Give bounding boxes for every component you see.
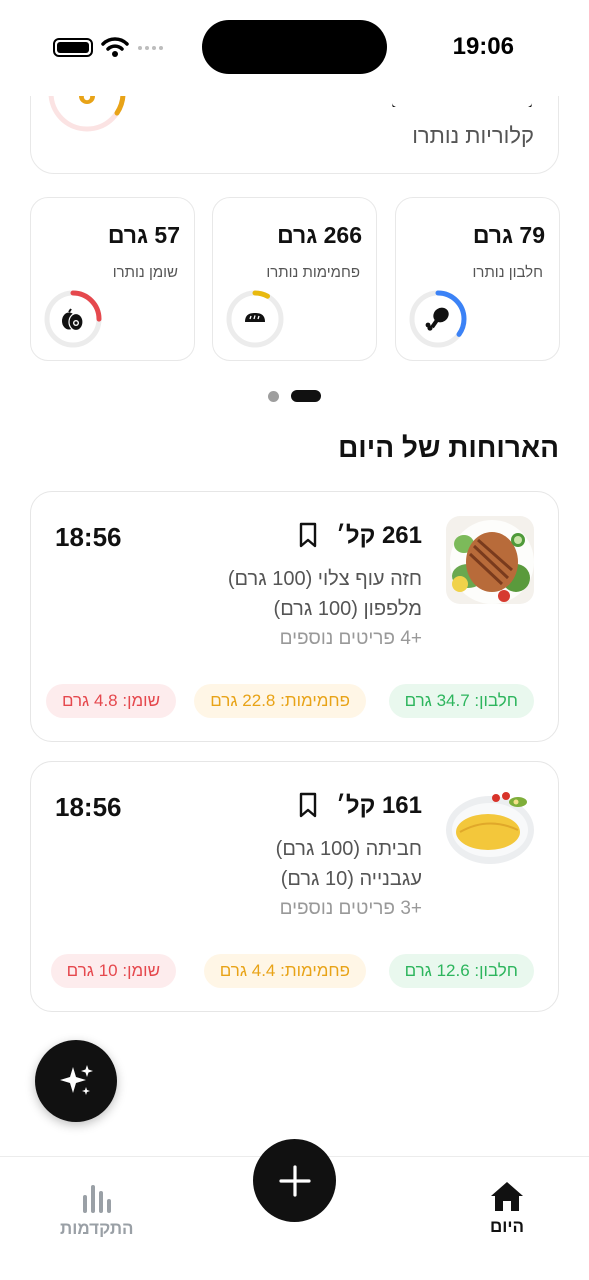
plus-icon (278, 1164, 311, 1197)
drumstick-icon (425, 307, 449, 331)
bar-chart-icon (82, 1185, 111, 1213)
meal-time: 18:56 (55, 522, 122, 552)
ai-assistant-button[interactable] (35, 1040, 117, 1122)
protein-remaining-label: חלבון נותרו (472, 264, 543, 281)
carbs-remaining-value: 266 גרם (277, 222, 362, 248)
protein-ring (409, 290, 467, 348)
fat-remaining-value: 57 גרם (107, 222, 180, 248)
fat-badge: שומן: 4.8 גרם (45, 684, 176, 718)
meal-item: חזה עוף צלוי (100 גרם) (227, 568, 422, 590)
battery-icon (53, 38, 93, 57)
meal-card[interactable]: 161 קל׳ 18:56 חביתה (100 גרם) עגבנייה (1… (30, 761, 559, 1012)
pager-dot-1[interactable] (268, 390, 279, 402)
nav-today-label: היום (490, 1217, 524, 1236)
add-meal-button[interactable] (253, 1139, 336, 1222)
meal-calories: 261 קל׳ (336, 522, 422, 549)
wifi-icon (101, 37, 129, 57)
meal-item: חביתה (100 גרם) (275, 838, 422, 860)
avocado-icon (62, 308, 84, 332)
home-icon (491, 1182, 523, 1211)
bookmark-icon[interactable] (298, 522, 318, 548)
pager-dots[interactable] (268, 390, 321, 402)
status-bar: 19:06 (0, 0, 589, 96)
meal-photo-omelette (446, 786, 534, 874)
meal-item: עגבנייה (10 גרם) (280, 868, 422, 890)
carbs-card[interactable]: 266 גרם פחמימות נותרו (212, 197, 377, 361)
meal-card[interactable]: 261 קל׳ 18:56 חזה עוף צלוי (100 גרם) מלפ… (30, 491, 559, 742)
pager-dot-2-active[interactable] (291, 390, 321, 402)
cellular-signal-icon (138, 46, 163, 50)
bookmark-icon[interactable] (298, 792, 318, 818)
meal-more-items: +3 פריטים נוספים (279, 898, 422, 919)
protein-remaining-value: 79 גרם (472, 222, 545, 248)
meal-item: מלפפון (100 גרם) (273, 598, 422, 620)
carbs-ring (226, 290, 284, 348)
protein-badge: חלבון: 34.7 גרם (388, 684, 534, 718)
fat-ring (44, 290, 102, 348)
protein-card[interactable]: 79 גרם חלבון נותרו (395, 197, 560, 361)
nav-progress-label: התקדמות (60, 1219, 134, 1238)
carbs-remaining-label: פחמימות נותרו (266, 264, 360, 281)
fat-card[interactable]: 57 גרם שומן נותרו (30, 197, 195, 361)
status-time: 19:06 (452, 33, 514, 60)
carbs-badge: פחמימות: 4.4 גרם (203, 954, 366, 988)
meal-time: 18:56 (55, 792, 122, 822)
meal-calories: 161 קל׳ (336, 792, 422, 819)
sparkles-icon (60, 1065, 93, 1095)
bread-icon (245, 313, 265, 322)
fat-badge: שומן: 10 גרם (50, 954, 176, 988)
meal-more-items: +4 פריטים נוספים (279, 628, 422, 649)
fat-remaining-label: שומן נותרו (112, 264, 178, 281)
nav-progress[interactable]: התקדמות (60, 1179, 134, 1239)
nav-today[interactable]: היום (489, 1179, 525, 1237)
dynamic-island (202, 20, 387, 74)
calories-remaining-label: קלוריות נותרו (412, 123, 534, 148)
carbs-badge: פחמימות: 22.8 גרם (194, 684, 366, 718)
meals-section-title: הארוחות של היום (338, 432, 559, 463)
meal-photo-chicken-salad (446, 516, 534, 604)
protein-badge: חלבון: 12.6 גרם (388, 954, 534, 988)
